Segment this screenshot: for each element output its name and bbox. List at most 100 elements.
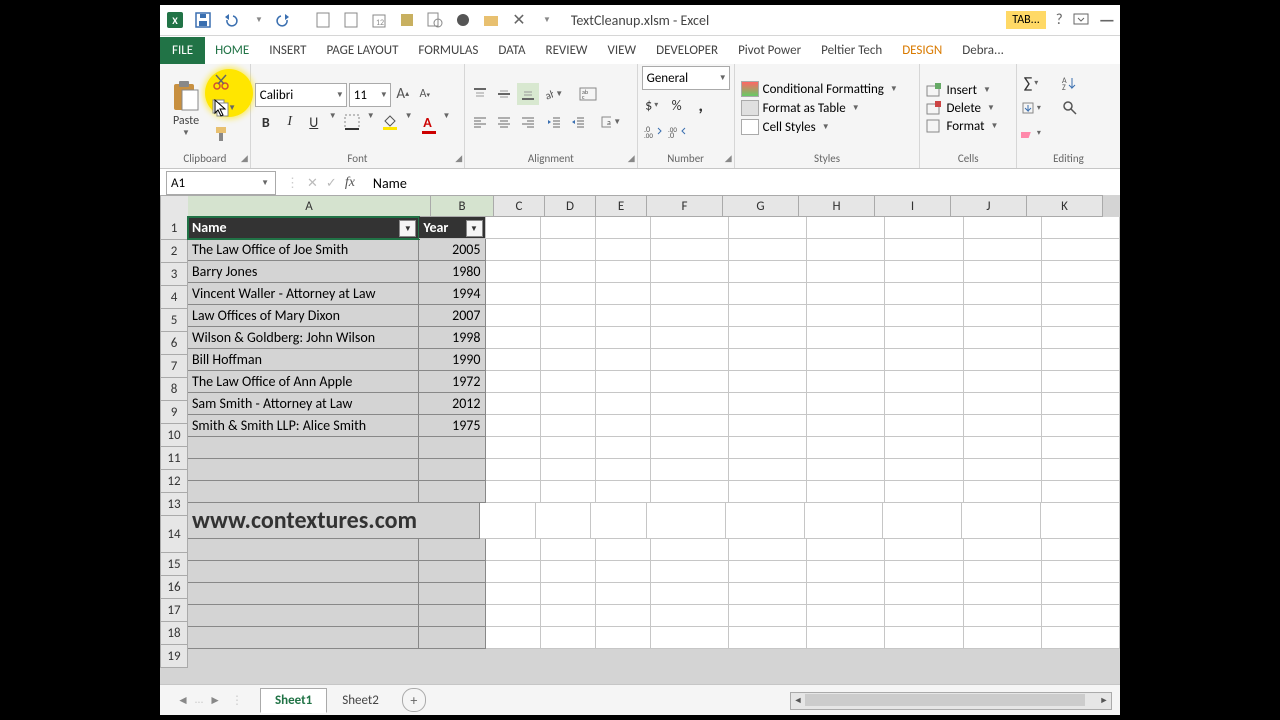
- cell[interactable]: [541, 371, 596, 393]
- autosum-icon[interactable]: ∑▾: [1021, 72, 1043, 94]
- cell[interactable]: [651, 459, 729, 481]
- cell[interactable]: [647, 503, 726, 539]
- cell[interactable]: [807, 217, 885, 239]
- cell[interactable]: [486, 217, 541, 239]
- cell[interactable]: [541, 481, 596, 503]
- cell[interactable]: [541, 305, 596, 327]
- qat-preview-icon[interactable]: [425, 10, 445, 30]
- cell[interactable]: [807, 371, 885, 393]
- cell[interactable]: [419, 605, 485, 627]
- cell[interactable]: [1042, 459, 1120, 481]
- cell[interactable]: [729, 393, 807, 415]
- undo-icon[interactable]: [221, 10, 241, 30]
- cell[interactable]: [964, 605, 1042, 627]
- cell[interactable]: [807, 349, 885, 371]
- cell[interactable]: [486, 437, 541, 459]
- cell-name[interactable]: The Law Office of Ann Apple: [188, 371, 419, 393]
- cell[interactable]: [964, 627, 1042, 649]
- cell[interactable]: [596, 459, 651, 481]
- cell[interactable]: [885, 393, 963, 415]
- cell[interactable]: [807, 261, 885, 283]
- qat-customize-icon[interactable]: ▼: [537, 10, 557, 30]
- find-select-icon[interactable]: [1059, 97, 1081, 119]
- cancel-formula-icon[interactable]: ✕: [307, 176, 318, 191]
- cell[interactable]: [596, 349, 651, 371]
- cell[interactable]: [964, 459, 1042, 481]
- cell[interactable]: [486, 561, 541, 583]
- col-header-G[interactable]: G: [723, 195, 799, 217]
- tab-page-layout[interactable]: PAGE LAYOUT: [317, 37, 409, 64]
- cell[interactable]: [188, 539, 419, 561]
- cell[interactable]: [885, 261, 963, 283]
- cell[interactable]: [1042, 327, 1120, 349]
- format-cells-button[interactable]: Format▼: [924, 119, 1002, 134]
- row-header-5[interactable]: 5: [160, 309, 188, 332]
- cell[interactable]: [807, 539, 885, 561]
- cell[interactable]: [885, 283, 963, 305]
- cell[interactable]: [807, 605, 885, 627]
- cell-year[interactable]: 1998: [419, 327, 485, 349]
- cell[interactable]: [596, 327, 651, 349]
- row-header-12[interactable]: 12: [160, 470, 188, 493]
- cell[interactable]: [541, 459, 596, 481]
- cell-name[interactable]: Smith & Smith LLP: Alice Smith: [188, 415, 419, 437]
- cell[interactable]: [1042, 627, 1120, 649]
- cell[interactable]: [486, 283, 541, 305]
- font-color-icon[interactable]: A: [417, 111, 439, 133]
- font-size-select[interactable]: 11▼: [349, 83, 391, 107]
- cell[interactable]: [729, 217, 807, 239]
- cell[interactable]: [541, 327, 596, 349]
- font-name-select[interactable]: Calibri▼: [255, 83, 347, 107]
- cell[interactable]: [807, 393, 885, 415]
- fontcolor-dropdown-icon[interactable]: ▼: [441, 111, 453, 133]
- table-header-name[interactable]: Name▼: [188, 217, 419, 239]
- insert-cells-button[interactable]: Insert▼: [924, 83, 1002, 98]
- row-header-2[interactable]: 2: [160, 240, 188, 263]
- cell[interactable]: [536, 503, 592, 539]
- format-painter-icon[interactable]: [210, 123, 232, 145]
- help-icon[interactable]: ?: [1056, 11, 1063, 29]
- cell-name[interactable]: Wilson & Goldberg: John Wilson: [188, 327, 419, 349]
- save-icon[interactable]: [193, 10, 213, 30]
- cell[interactable]: [188, 437, 419, 459]
- decrease-font-icon[interactable]: A▾: [415, 83, 435, 105]
- borders-dropdown-icon[interactable]: ▼: [365, 111, 377, 133]
- qat-folder-icon[interactable]: [481, 10, 501, 30]
- cell[interactable]: [651, 437, 729, 459]
- row-header-15[interactable]: 15: [160, 553, 188, 576]
- cell[interactable]: [541, 239, 596, 261]
- cell[interactable]: [486, 627, 541, 649]
- filter-name-icon[interactable]: ▼: [399, 220, 416, 237]
- cell[interactable]: [596, 283, 651, 305]
- cell[interactable]: [651, 481, 729, 503]
- cell[interactable]: [651, 539, 729, 561]
- cell[interactable]: [651, 583, 729, 605]
- enter-formula-icon[interactable]: ✓: [326, 176, 337, 191]
- row-header-1[interactable]: 1: [160, 217, 188, 240]
- cell[interactable]: [596, 239, 651, 261]
- cells-area[interactable]: Name▼Year▼The Law Office of Joe Smith200…: [188, 217, 1120, 685]
- cell[interactable]: [729, 415, 807, 437]
- fill-icon[interactable]: ▾: [1021, 97, 1043, 119]
- cell[interactable]: [651, 239, 729, 261]
- qat-new-icon[interactable]: [313, 10, 333, 30]
- cell[interactable]: [419, 627, 485, 649]
- sort-filter-icon[interactable]: AZ: [1059, 72, 1081, 94]
- cell[interactable]: [807, 481, 885, 503]
- underline-dropdown-icon[interactable]: ▼: [327, 111, 339, 133]
- cell[interactable]: [188, 583, 419, 605]
- cell[interactable]: [596, 305, 651, 327]
- cell[interactable]: [729, 605, 807, 627]
- cell[interactable]: [964, 239, 1042, 261]
- cell-year[interactable]: 2007: [419, 305, 485, 327]
- cell[interactable]: [807, 583, 885, 605]
- cell[interactable]: [885, 459, 963, 481]
- cell[interactable]: [541, 539, 596, 561]
- cell[interactable]: [964, 393, 1042, 415]
- cell[interactable]: [885, 305, 963, 327]
- horizontal-scrollbar[interactable]: ◄ ►: [790, 692, 1112, 710]
- fx-icon[interactable]: fx: [345, 175, 355, 191]
- cell[interactable]: [1042, 393, 1120, 415]
- cell[interactable]: [541, 349, 596, 371]
- cell[interactable]: [541, 261, 596, 283]
